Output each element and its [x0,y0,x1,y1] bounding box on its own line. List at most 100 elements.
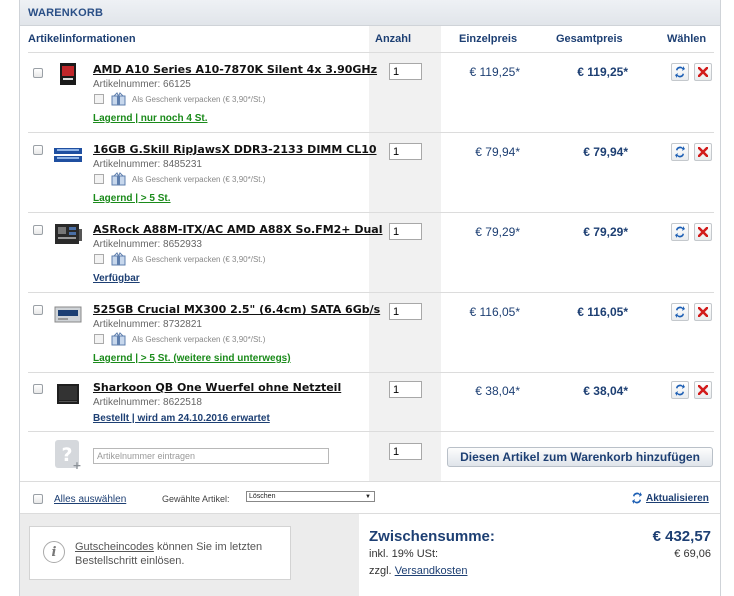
move-item-button[interactable] [671,223,689,241]
shipping-costs-link[interactable]: Versandkosten [395,565,468,577]
delete-x-icon [698,385,708,395]
move-item-button[interactable] [671,63,689,81]
swap-arrows-icon [675,306,685,318]
item-select-checkbox[interactable] [33,305,43,315]
pc-case-icon[interactable] [54,383,82,405]
cart-title: WARENKORB [28,7,104,19]
delete-x-icon [698,67,708,77]
delete-item-button[interactable] [694,63,712,81]
stock-status-link[interactable]: Verfügbar [93,273,140,284]
svg-text:?: ? [61,444,72,466]
refresh-icon [632,492,642,504]
swap-arrows-icon [675,146,685,158]
unit-price: € 79,29* [475,225,520,239]
select-all-link[interactable]: Alles auswählen [54,494,126,505]
move-item-button[interactable] [671,143,689,161]
stock-status-link[interactable]: Lagernd | > 5 St. [93,193,171,204]
article-number: Artikelnummer: 66125 [93,79,191,90]
total-price: € 119,25* [577,65,628,79]
row-divider [28,431,714,432]
gift-wrap-label: Als Geschenk verpacken (€ 3,90*/St.) [132,95,266,104]
delete-item-button[interactable] [694,143,712,161]
summary-area: i Gutscheincodes können Sie im letzten B… [20,514,720,596]
delete-item-button[interactable] [694,381,712,399]
coupon-codes-link[interactable]: Gutscheincodes [75,541,154,553]
gift-wrap-checkbox[interactable] [94,174,104,184]
stock-status-link[interactable]: Lagernd | > 5 St. (weitere sind unterweg… [93,353,291,364]
cart-item-row: 525GB Crucial MX300 2.5" (6.4cm) SATA 6G… [20,293,720,372]
move-item-button[interactable] [671,381,689,399]
gift-wrap-checkbox[interactable] [94,334,104,344]
column-header-qty: Anzahl [375,33,412,45]
select-all-checkbox[interactable] [33,494,43,504]
shipping-line: zzgl. Versandkosten [369,565,467,577]
swap-arrows-icon [675,226,685,238]
gift-box-icon [111,92,126,106]
product-name-link[interactable]: AMD A10 Series A10-7870K Silent 4x 3.90G… [93,63,377,76]
quantity-input[interactable] [389,143,422,160]
total-price: € 79,94* [583,145,628,159]
article-number: Artikelnummer: 8485231 [93,159,202,170]
gift-wrap-checkbox[interactable] [94,254,104,264]
cart-item-row: Sharkoon QB One Wuerfel ohne Netzteil Ar… [20,373,720,431]
add-to-cart-button[interactable]: Diesen Artikel zum Warenkorb hinzufügen [447,447,713,467]
delete-x-icon [698,227,708,237]
motherboard-icon[interactable] [54,223,82,245]
item-select-checkbox[interactable] [33,384,43,394]
product-name-link[interactable]: ASRock A88M-ITX/AC AMD A88X So.FM2+ Dual [93,223,383,236]
column-header-total-price: Gesamtpreis [556,33,623,45]
move-item-button[interactable] [671,303,689,321]
product-name-link[interactable]: 16GB G.Skill RipJawsX DDR3-2133 DIMM CL1… [93,143,377,156]
item-select-checkbox[interactable] [33,68,43,78]
selected-action-value: Löschen [249,493,276,500]
product-name-link[interactable]: Sharkoon QB One Wuerfel ohne Netzteil [93,381,341,394]
shipping-prefix: zzgl. [369,565,395,577]
item-select-checkbox[interactable] [33,225,43,235]
svg-text:+: + [72,459,81,470]
swap-arrows-icon [675,66,685,78]
column-header-unit-price: Einzelpreis [459,33,518,45]
quantity-input[interactable] [389,381,422,398]
unit-price: € 116,05* [469,305,521,319]
column-header-info: Artikelinformationen [28,33,136,45]
delete-item-button[interactable] [694,303,712,321]
refresh-label: Aktualisieren [646,492,709,504]
total-price: € 116,05* [577,305,628,319]
gift-wrap-checkbox[interactable] [94,94,104,104]
quantity-input[interactable] [389,303,422,320]
gift-wrap-label: Als Geschenk verpacken (€ 3,90*/St.) [132,335,266,344]
selected-action-select[interactable]: Löschen ▼ [246,491,375,502]
stock-status-link[interactable]: Bestellt | wird am 24.10.2016 erwartet [93,413,270,424]
info-icon: i [43,541,65,563]
unit-price: € 38,04* [475,384,520,398]
article-number-input[interactable] [93,448,329,464]
coupon-hint-box: i Gutscheincodes können Sie im letzten B… [29,526,291,580]
delete-item-button[interactable] [694,223,712,241]
item-select-checkbox[interactable] [33,145,43,155]
cart-item-row: ASRock A88M-ITX/AC AMD A88X So.FM2+ Dual… [20,213,720,292]
tax-value: € 69,06 [674,548,711,560]
quantity-input[interactable] [389,223,422,240]
ssd-icon[interactable] [54,303,82,325]
order-summary: Zwischensumme: € 432,57 inkl. 19% USt: €… [359,514,720,596]
refresh-button[interactable]: Aktualisieren [631,491,709,505]
ram-module-icon[interactable] [54,143,82,165]
gift-box-icon [111,172,126,186]
stock-status-link[interactable]: Lagernd | nur noch 4 St. [93,113,207,124]
selected-items-label: Gewählte Artikel: [162,494,230,504]
coupon-hint-text: Gutscheincodes können Sie im letzten Bes… [75,540,280,568]
quantity-input[interactable] [389,63,422,80]
unit-price: € 119,25* [469,65,521,79]
article-number: Artikelnummer: 8622518 [93,397,202,408]
cpu-box-icon[interactable] [54,63,82,85]
subtotal-label: Zwischensumme: [369,528,495,545]
gift-wrap-label: Als Geschenk verpacken (€ 3,90*/St.) [132,175,266,184]
cart-header: WARENKORB [20,0,720,26]
cart-panel: WARENKORB Artikelinformationen Anzahl Ei… [19,0,721,596]
gift-box-icon [111,252,126,266]
delete-x-icon [698,307,708,317]
delete-x-icon [698,147,708,157]
dropdown-arrow-icon: ▼ [365,494,371,500]
product-name-link[interactable]: 525GB Crucial MX300 2.5" (6.4cm) SATA 6G… [93,303,380,316]
add-quantity-input[interactable] [389,443,422,460]
